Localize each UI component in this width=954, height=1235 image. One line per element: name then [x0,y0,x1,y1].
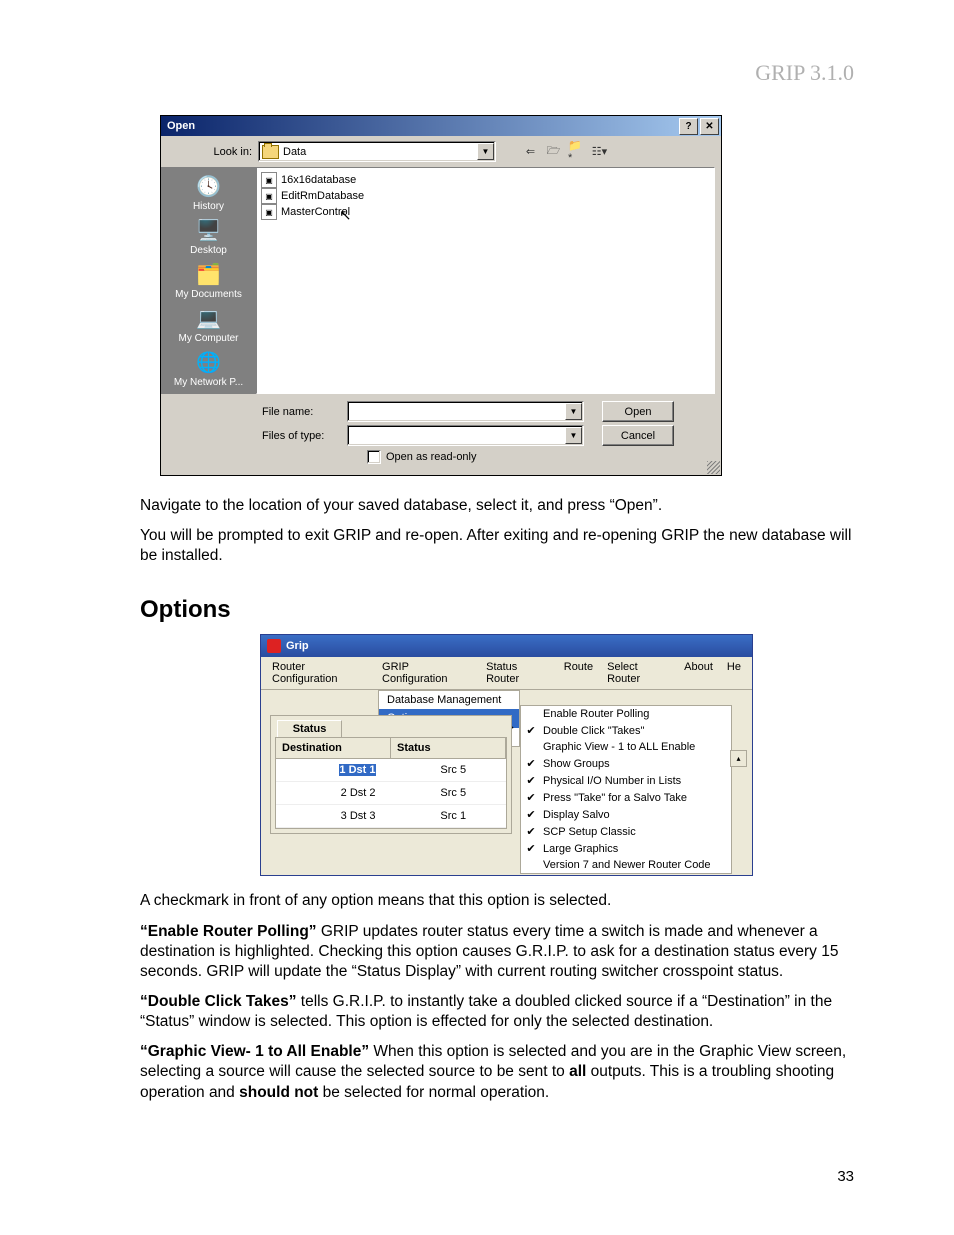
menu-router-config[interactable]: Router Configuration [265,659,375,687]
checkmark-icon: ✔ [525,842,537,855]
checkmark-icon: ✔ [525,825,537,838]
places-bar: 🕓History 🖥️Desktop 🗂️My Documents 💻My Co… [161,167,256,394]
checkmark-icon: ✔ [525,724,537,737]
paragraph: “Double Click Takes” tells G.R.I.P. to i… [140,992,854,1032]
option-item[interactable]: ✔Physical I/O Number in Lists [521,772,731,789]
paragraph: Navigate to the location of your saved d… [140,496,854,516]
file-icon: ▣ [261,204,277,220]
menu-about[interactable]: About [677,659,720,687]
grip-window: Grip Router Configuration GRIP Configura… [260,634,753,876]
scroll-up-icon[interactable]: ▴ [730,750,747,767]
col-destination: Destination [276,738,391,758]
paragraph: “Graphic View- 1 to All Enable” When thi… [140,1042,854,1102]
close-button[interactable]: ✕ [700,118,719,135]
readonly-checkbox[interactable] [367,450,381,464]
lookin-combo[interactable]: Data ▼ [258,141,496,162]
table-row[interactable]: 2 Dst 2Src 5 [276,782,506,805]
open-title: Open [167,120,195,132]
paragraph: You will be prompted to exit GRIP and re… [140,526,854,566]
place-mydocs[interactable]: 🗂️My Documents [175,261,242,300]
place-desktop[interactable]: 🖥️Desktop [190,217,227,256]
grip-app-icon [267,639,281,653]
menu-status-router[interactable]: Status Router [479,659,557,687]
checkmark-icon: ✔ [525,757,537,770]
col-status: Status [391,738,506,758]
option-item[interactable]: Enable Router Polling [521,706,731,722]
open-dialog: Open ? ✕ Look in: Data ▼ ⇐ 🗁 📁* ☷▾ 🕓Hist… [160,115,722,476]
cancel-button[interactable]: Cancel [602,425,674,446]
lookin-label: Look in: [167,146,252,158]
file-icon: ▣ [261,172,277,188]
filename-input[interactable]: ▼ [347,401,584,422]
option-item[interactable]: Graphic View - 1 to ALL Enable [521,739,731,755]
option-item[interactable]: ✔SCP Setup Classic [521,823,731,840]
options-submenu: Enable Router Polling✔Double Click "Take… [520,705,732,874]
table-row[interactable]: 1 Dst 1Src 5 [276,759,506,782]
place-mycomputer[interactable]: 💻My Computer [178,305,238,344]
lookin-value: Data [283,146,306,158]
grip-titlebar: Grip [261,635,752,657]
open-titlebar: Open ? ✕ [161,116,721,136]
filetype-select[interactable]: ▼ [347,425,584,446]
readonly-label: Open as read-only [386,451,477,463]
paragraph: A checkmark in front of any option means… [140,891,854,911]
menu-db-mgmt[interactable]: Database Management [379,691,519,709]
option-item[interactable]: ✔Press "Take" for a Salvo Take [521,789,731,806]
status-tab[interactable]: Status [277,720,342,737]
status-panel: Status Destination Status 1 Dst 1Src 52 … [270,715,512,834]
place-history[interactable]: 🕓History [193,173,224,212]
filetype-label: Files of type: [262,430,347,442]
folder-icon [262,145,279,159]
chevron-down-icon[interactable]: ▼ [477,143,494,160]
menu-help[interactable]: He [720,659,748,687]
file-icon: ▣ [261,188,277,204]
list-item[interactable]: ▣MasterControl [261,204,710,220]
menubar: Router Configuration GRIP Configuration … [261,657,752,690]
menu-route[interactable]: Route [557,659,600,687]
option-item[interactable]: Version 7 and Newer Router Code [521,857,731,873]
chevron-down-icon[interactable]: ▼ [565,427,582,444]
back-icon[interactable]: ⇐ [522,143,539,160]
option-item[interactable]: ✔Display Salvo [521,806,731,823]
menu-grip-config[interactable]: GRIP Configuration [375,659,479,687]
option-item[interactable]: ✔Show Groups [521,755,731,772]
list-item[interactable]: ▣EditRmDatabase [261,188,710,204]
menu-select-router[interactable]: Select Router [600,659,677,687]
help-button[interactable]: ? [679,118,698,135]
option-item[interactable]: ✔Large Graphics [521,840,731,857]
file-list[interactable]: ▣16x16database ▣EditRmDatabase ▣MasterCo… [256,167,715,394]
new-folder-icon[interactable]: 📁* [568,143,585,160]
list-item[interactable]: ▣16x16database [261,172,710,188]
paragraph: “Enable Router Polling” GRIP updates rou… [140,922,854,982]
grip-title: Grip [286,640,309,652]
resize-grip-icon[interactable] [707,461,720,474]
checkmark-icon: ✔ [525,808,537,821]
options-heading: Options [140,596,854,624]
up-folder-icon[interactable]: 🗁 [545,143,562,160]
views-icon[interactable]: ☷▾ [591,143,608,160]
page-number: 33 [837,1168,854,1185]
status-grid: Destination Status 1 Dst 1Src 52 Dst 2Sr… [275,737,507,829]
checkmark-icon: ✔ [525,774,537,787]
option-item[interactable]: ✔Double Click "Takes" [521,722,731,739]
table-row[interactable]: 3 Dst 3Src 1 [276,805,506,828]
place-network[interactable]: 🌐My Network P... [174,349,243,388]
doc-header: GRIP 3.1.0 [755,60,854,86]
open-button[interactable]: Open [602,401,674,422]
chevron-down-icon[interactable]: ▼ [565,403,582,420]
checkmark-icon: ✔ [525,791,537,804]
filename-label: File name: [262,406,347,418]
